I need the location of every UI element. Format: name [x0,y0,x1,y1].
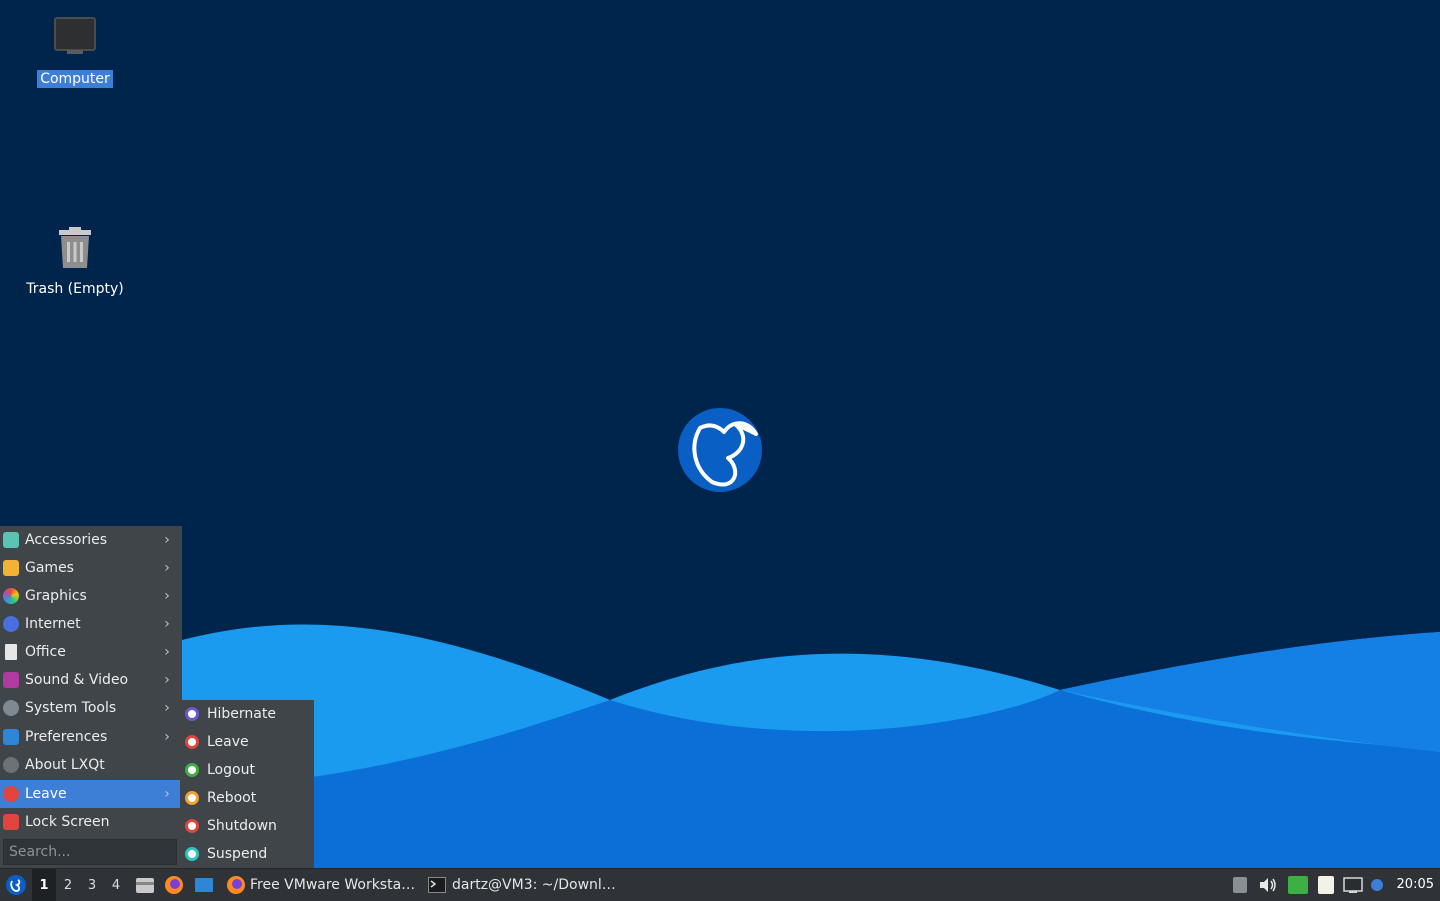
menu-item-leave[interactable]: Leave › [0,780,180,808]
taskbar: 1 2 3 4 Free VMware Worksta… dartz@VM3: … [0,868,1440,901]
menu-search-input[interactable] [3,839,177,865]
chevron-right-icon: › [164,700,170,716]
menu-item-lock-screen[interactable]: Lock Screen [0,808,180,836]
chevron-right-icon: › [164,729,170,745]
desktop-icon-computer[interactable]: Computer [20,14,130,88]
menu-item-accessories[interactable]: Accessories › [0,526,180,554]
desktop-switch-3[interactable]: 3 [80,869,104,901]
update-notifier[interactable] [1287,869,1309,901]
update-icon [1288,876,1308,894]
volume-control[interactable] [1258,869,1278,901]
sound-video-icon [3,672,19,688]
accessories-icon [3,532,19,548]
network-icon [1343,877,1363,893]
submenu-item-shutdown[interactable]: Shutdown [182,812,314,840]
preferences-icon [3,729,19,745]
show-hidden-tray-button[interactable] [1230,869,1250,901]
show-tray-icon [1233,877,1247,893]
desktop-icon-label: Computer [37,70,113,88]
chevron-right-icon: › [164,644,170,660]
desktop-switch-2[interactable]: 2 [56,869,80,901]
reboot-icon [185,791,199,805]
start-menu-button[interactable] [4,869,28,901]
chevron-right-icon: › [164,588,170,604]
menu-item-preferences[interactable]: Preferences › [0,723,180,751]
menu-item-sound-video[interactable]: Sound & Video › [0,666,180,694]
menu-item-internet[interactable]: Internet › [0,610,180,638]
menu-item-system-tools[interactable]: System Tools › [0,694,180,722]
graphics-icon [3,588,19,604]
start-menu: Accessories › Games › Graphics › Interne… [0,526,182,868]
submenu-item-hibernate[interactable]: Hibernate [182,700,314,728]
chevron-right-icon: › [164,672,170,688]
chevron-right-icon: › [164,616,170,632]
notification-area[interactable] [1368,869,1386,901]
file-manager-icon [136,878,154,893]
quicklaunch-file-manager[interactable] [134,869,156,901]
desktop-icon [195,878,213,892]
trash-icon [59,227,91,268]
desktop-icon-trash[interactable]: Trash (Empty) [20,224,130,298]
computer-icon [54,17,96,54]
chevron-right-icon: › [164,786,170,802]
submenu-item-logout[interactable]: Logout [182,756,314,784]
volume-icon [1260,878,1276,892]
shutdown-icon [185,819,199,833]
notification-icon [1371,879,1383,891]
clipboard-icon [1318,876,1334,894]
task-button-firefox[interactable]: Free VMware Worksta… [222,869,418,901]
task-button-terminal[interactable]: dartz@VM3: ~/Downl… [424,869,620,901]
info-icon [3,757,19,773]
submenu-item-suspend[interactable]: Suspend [182,840,314,868]
power-icon [185,735,199,749]
power-icon [3,786,19,802]
desktop-icon-label: Trash (Empty) [26,281,124,297]
desktop-switch-1[interactable]: 1 [32,869,56,901]
system-tools-icon [3,700,19,716]
submenu-item-reboot[interactable]: Reboot [182,784,314,812]
lubuntu-logo [678,408,762,492]
logout-icon [185,763,199,777]
menu-item-graphics[interactable]: Graphics › [0,582,180,610]
quicklaunch-firefox[interactable] [163,869,185,901]
terminal-icon [428,877,446,893]
office-icon [5,644,17,660]
menu-item-office[interactable]: Office › [0,638,180,666]
desktop-switch-4[interactable]: 4 [104,869,128,901]
firefox-icon [165,876,183,894]
clipboard-manager[interactable] [1315,869,1337,901]
internet-icon [3,616,19,632]
clock[interactable]: 20:05 [1397,869,1434,901]
quicklaunch-show-desktop[interactable] [193,869,215,901]
leave-submenu: Hibernate Leave Logout Reboot Shutdown S… [182,700,314,868]
suspend-icon [185,847,199,861]
menu-item-about-lxqt[interactable]: About LXQt [0,751,180,779]
hibernate-icon [185,707,199,721]
lock-icon [3,814,19,830]
submenu-item-leave[interactable]: Leave [182,728,314,756]
chevron-right-icon: › [164,532,170,548]
firefox-icon [227,876,245,894]
chevron-right-icon: › [164,560,170,576]
lubuntu-start-icon [6,875,26,895]
games-icon [3,560,19,576]
network-indicator[interactable] [1342,869,1364,901]
menu-item-games[interactable]: Games › [0,554,180,582]
